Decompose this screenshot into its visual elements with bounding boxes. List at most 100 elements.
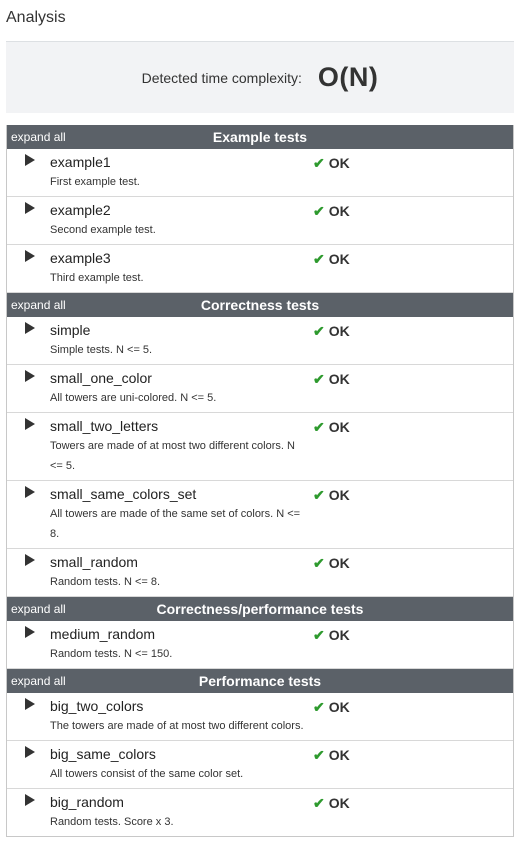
triangle-right-icon[interactable] [25, 370, 35, 382]
test-status: ✔ OK [313, 369, 350, 389]
triangle-right-icon[interactable] [25, 746, 35, 758]
section-title: Example tests [212, 129, 308, 145]
test-description: Towers are made of at most two different… [50, 440, 295, 472]
status-text: OK [328, 627, 350, 643]
check-icon: ✔ [313, 747, 325, 763]
check-icon: ✔ [313, 323, 325, 339]
check-icon: ✔ [313, 155, 325, 171]
status-text: OK [328, 203, 350, 219]
test-description: Random tests. N <= 8. [50, 576, 161, 588]
test-status: ✔ OK [313, 417, 350, 437]
status-text: OK [328, 699, 350, 715]
test-description: Simple tests. N <= 5. [50, 344, 153, 356]
check-icon: ✔ [313, 555, 325, 571]
test-description: All towers are uni-colored. N <= 5. [50, 392, 217, 404]
test-name: simple [50, 322, 91, 338]
status-text: OK [328, 555, 350, 571]
test-row: example2 Second example test. ✔ OK [7, 197, 513, 245]
test-row: medium_random Random tests. N <= 150. ✔ OK [7, 621, 513, 669]
test-status: ✔ OK [313, 249, 350, 269]
test-description: Random tests. N <= 150. [50, 648, 173, 660]
complexity-label: Detected time complexity: [141, 69, 302, 86]
test-name: big_same_colors [50, 746, 156, 762]
triangle-right-icon[interactable] [25, 202, 35, 214]
status-text: OK [328, 371, 350, 387]
status-text: OK [328, 419, 350, 435]
check-icon: ✔ [313, 699, 325, 715]
test-name: example3 [50, 250, 111, 266]
test-name: small_same_colors_set [50, 486, 197, 502]
check-icon: ✔ [313, 251, 325, 267]
test-description: The towers are made of at most two diffe… [50, 720, 304, 732]
test-row: big_two_colors The towers are made of at … [7, 693, 513, 741]
test-description: Third example test. [50, 272, 144, 284]
section-header: expand all Example tests [7, 125, 513, 149]
test-description: Random tests. Score x 3. [50, 816, 174, 828]
expand-all-link[interactable]: expand all [11, 602, 66, 616]
expand-all-link[interactable]: expand all [11, 674, 66, 688]
test-name: big_random [50, 794, 124, 810]
triangle-right-icon[interactable] [25, 486, 35, 498]
test-status: ✔ OK [313, 201, 350, 221]
triangle-right-icon[interactable] [25, 418, 35, 430]
test-status: ✔ OK [313, 153, 350, 173]
status-text: OK [328, 251, 350, 267]
section-title: Performance tests [198, 673, 322, 689]
triangle-right-icon[interactable] [25, 322, 35, 334]
triangle-right-icon[interactable] [25, 250, 35, 262]
test-description: First example test. [50, 176, 140, 188]
check-icon: ✔ [313, 203, 325, 219]
triangle-right-icon[interactable] [25, 554, 35, 566]
test-description: All towers are made of the same set of c… [50, 508, 301, 540]
test-row: small_random Random tests. N <= 8. ✔ OK [7, 549, 513, 597]
triangle-right-icon[interactable] [25, 154, 35, 166]
section-title: Correctness/performance tests [156, 601, 364, 617]
test-row: small_one_color All towers are uni-colore… [7, 365, 513, 413]
status-text: OK [328, 323, 350, 339]
test-description: All towers consist of the same color set… [50, 768, 244, 780]
test-name: example2 [50, 202, 111, 218]
status-text: OK [328, 487, 350, 503]
section-title: Correctness tests [200, 297, 320, 313]
expand-all-link[interactable]: expand all [11, 130, 66, 144]
test-name: example1 [50, 154, 111, 170]
test-status: ✔ OK [313, 321, 350, 341]
status-text: OK [328, 747, 350, 763]
test-status: ✔ OK [313, 625, 350, 645]
test-description: Second example test. [50, 224, 156, 236]
check-icon: ✔ [313, 627, 325, 643]
triangle-right-icon[interactable] [25, 698, 35, 710]
triangle-right-icon[interactable] [25, 626, 35, 638]
page-title: Analysis [6, 9, 66, 26]
complexity-value: O(N) [317, 62, 379, 92]
test-status: ✔ OK [313, 485, 350, 505]
test-row: big_random Random tests. Score x 3. ✔ OK [7, 789, 513, 836]
section-header: expand all Correctness tests [7, 293, 513, 317]
status-text: OK [328, 155, 350, 171]
test-name: small_random [50, 554, 138, 570]
test-name: small_two_letters [50, 418, 159, 434]
analysis-panel: Detected time complexity: O(N) expand al… [6, 41, 514, 837]
test-row: example3 Third example test. ✔ OK [7, 245, 513, 293]
test-name: big_two_colors [50, 698, 144, 714]
test-name: small_one_color [50, 370, 152, 386]
test-name: medium_random [50, 626, 156, 642]
check-icon: ✔ [313, 795, 325, 811]
expand-all-link[interactable]: expand all [11, 298, 66, 312]
section-header: expand all Correctness/performance tests [7, 597, 513, 621]
test-status: ✔ OK [313, 697, 350, 717]
test-row: big_same_colors All towers consist of the… [7, 741, 513, 789]
check-icon: ✔ [313, 419, 325, 435]
check-icon: ✔ [313, 487, 325, 503]
triangle-right-icon[interactable] [25, 794, 35, 806]
check-icon: ✔ [313, 371, 325, 387]
test-row: simple Simple tests. N <= 5. ✔ OK [7, 317, 513, 365]
test-status: ✔ OK [313, 553, 350, 573]
status-text: OK [328, 795, 350, 811]
section-header: expand all Performance tests [7, 669, 513, 693]
test-results: expand all Example tests example1 First exa… [6, 125, 514, 837]
complexity-panel: Detected time complexity: O(N) [6, 41, 514, 113]
test-row: example1 First example test. ✔ OK [7, 149, 513, 197]
test-row: small_two_letters Towers are made of at m… [7, 413, 513, 481]
test-status: ✔ OK [313, 793, 350, 813]
